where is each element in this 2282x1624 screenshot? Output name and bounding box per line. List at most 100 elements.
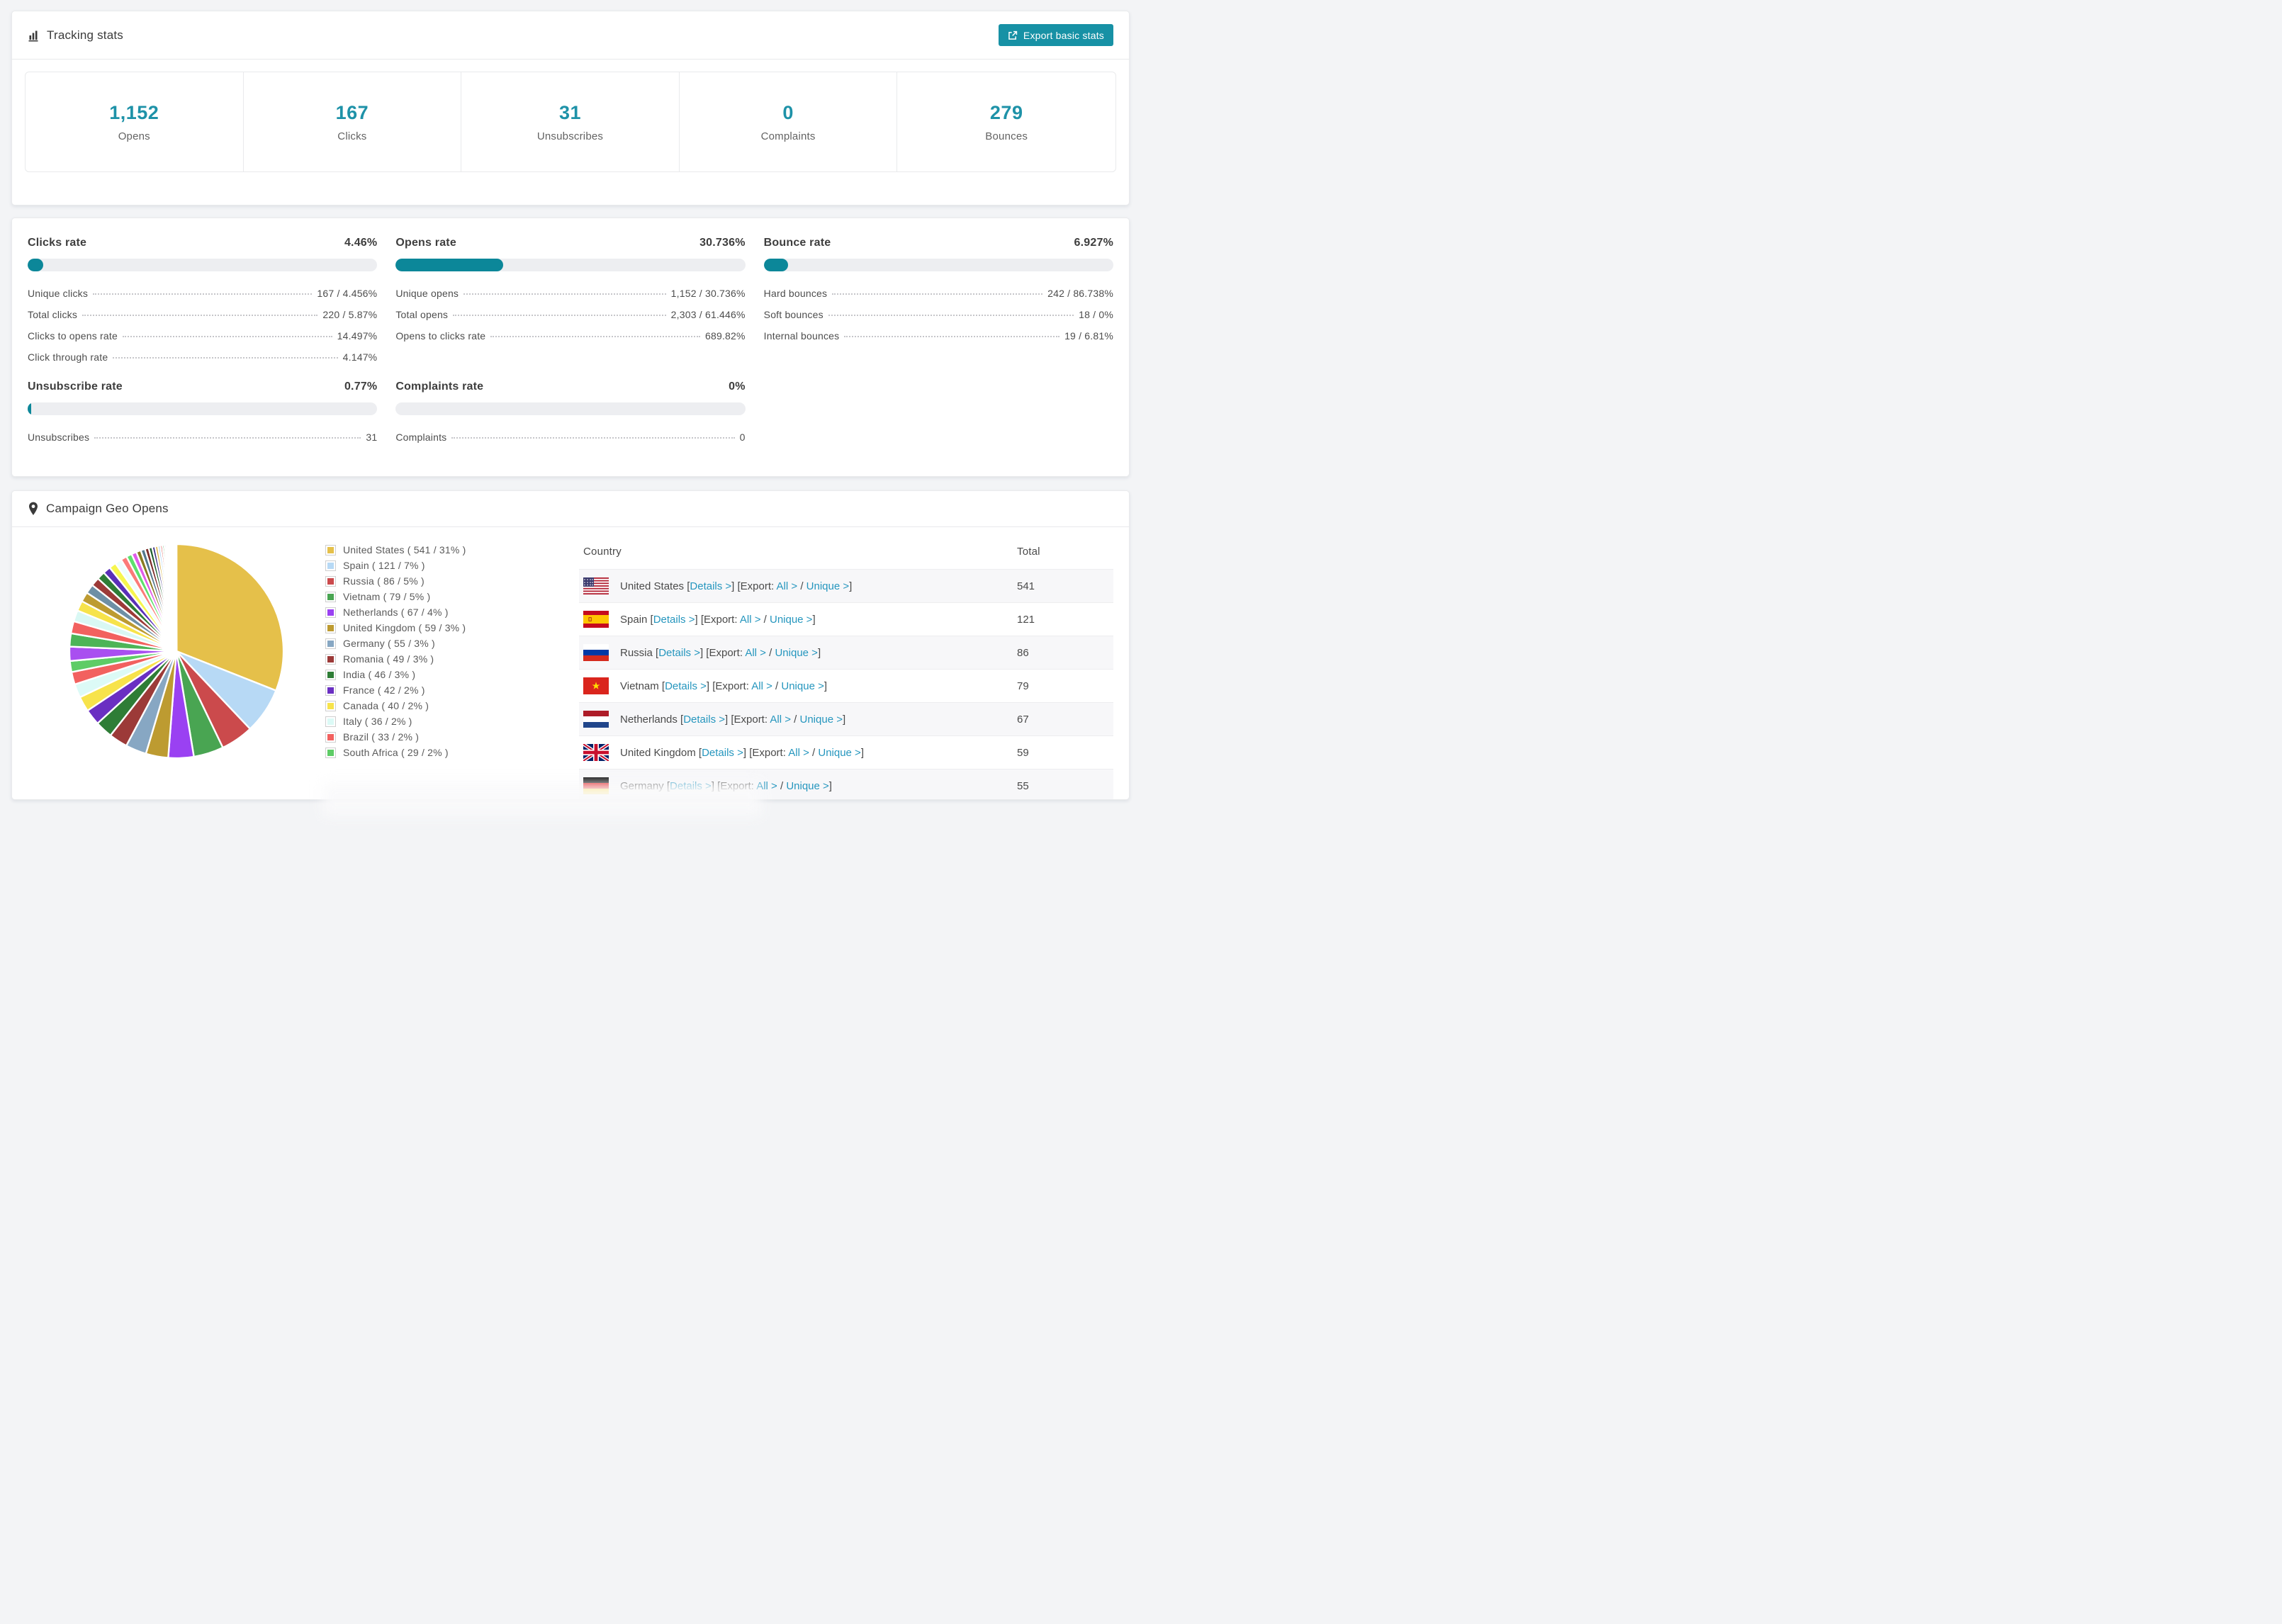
- rate-row-internal-bounces: Internal bounces 19 / 6.81%: [764, 325, 1113, 346]
- progress-bar: [28, 259, 378, 271]
- legend-swatch: [325, 747, 336, 758]
- rate-row-total-clicks: Total clicks 220 / 5.87%: [28, 304, 377, 325]
- rate-row-label: Total opens: [395, 309, 449, 320]
- export-unique-link-germany[interactable]: Unique >: [786, 780, 828, 792]
- details-link-russia[interactable]: Details >: [658, 647, 700, 659]
- export-unique-link-netherlands[interactable]: Unique >: [800, 714, 843, 726]
- dotted-leader: [82, 315, 318, 316]
- unsubscribe-rate: Unsubscribe rate 0.77% Unsubscribes 31: [28, 380, 378, 448]
- pie-legend: United States ( 541 / 31% ) Spain ( 121 /…: [325, 544, 551, 799]
- rate-percent: 30.736%: [699, 237, 746, 249]
- legend-label: Italy ( 36 / 2% ): [343, 716, 412, 727]
- legend-label: Netherlands ( 67 / 4% ): [343, 607, 449, 618]
- progress-fill: [28, 259, 43, 271]
- clicks-rate: Clicks rate 4.46% Unique clicks 167 / 4.456…: [28, 237, 378, 368]
- rate-row-value: 242 / 86.738%: [1047, 288, 1113, 299]
- legend-item-italy: Italy ( 36 / 2% ): [325, 716, 551, 727]
- legend-item-canada: Canada ( 40 / 2% ): [325, 700, 551, 711]
- export-unique-link-russia[interactable]: Unique >: [775, 647, 817, 659]
- total-cell: 79: [1013, 669, 1113, 703]
- geo-header: Campaign Geo Opens: [12, 491, 1129, 527]
- legend-item-germany: Germany ( 55 / 3% ): [325, 638, 551, 649]
- export-all-link-vietnam[interactable]: All >: [751, 680, 772, 692]
- rate-row-value: 689.82%: [704, 330, 746, 342]
- export-unique-link-united-states[interactable]: Unique >: [806, 580, 849, 592]
- summary-value: 279: [989, 101, 1023, 123]
- rate-row-value: 2,303 / 61.446%: [670, 309, 746, 320]
- united-states-flag-icon: [583, 577, 609, 594]
- export-all-link-spain[interactable]: All >: [740, 614, 761, 626]
- summary-label: Bounces: [985, 130, 1028, 142]
- summary-label: Clicks: [337, 130, 367, 142]
- rate-row-unique-opens: Unique opens 1,152 / 30.736%: [395, 283, 745, 304]
- dotted-leader: [93, 293, 313, 295]
- export-unique-link-spain[interactable]: Unique >: [770, 614, 812, 626]
- legend-item-spain: Spain ( 121 / 7% ): [325, 560, 551, 571]
- table-header-country: Country: [583, 546, 622, 558]
- rate-row-complaints: Complaints 0: [395, 427, 745, 448]
- export-all-link-united-states[interactable]: All >: [777, 580, 798, 592]
- legend-label: Canada ( 40 / 2% ): [343, 700, 429, 711]
- rate-row-label: Opens to clicks rate: [395, 330, 486, 342]
- rate-row-label: Unique opens: [395, 288, 459, 299]
- total-cell: 86: [1013, 636, 1113, 670]
- table-row-spain: Spain [Details >] [Export: All > / Uniqu…: [579, 602, 1113, 636]
- table-row-russia: Russia [Details >] [Export: All > / Uniq…: [579, 636, 1113, 670]
- export-all-link-netherlands[interactable]: All >: [770, 714, 791, 726]
- export-unique-link-united-kingdom[interactable]: Unique >: [818, 747, 860, 759]
- legend-swatch: [325, 638, 336, 649]
- legend-swatch: [325, 731, 336, 743]
- details-link-germany[interactable]: Details >: [670, 780, 712, 792]
- table-row-vietnam: Vietnam [Details >] [Export: All > / Uni…: [579, 669, 1113, 703]
- summary-label: Unsubscribes: [536, 130, 604, 142]
- progress-fill: [395, 259, 503, 271]
- table-header-total: Total: [1017, 546, 1040, 558]
- legend-swatch: [325, 607, 336, 618]
- rate-row-value: 18 / 0%: [1079, 309, 1113, 320]
- legend-swatch: [325, 700, 336, 711]
- dotted-leader: [832, 293, 1043, 295]
- table-row-netherlands: Netherlands [Details >] [Export: All > /…: [579, 702, 1113, 736]
- export-unique-link-vietnam[interactable]: Unique >: [781, 680, 824, 692]
- rate-row-label: Total clicks: [28, 309, 78, 320]
- details-link-vietnam[interactable]: Details >: [665, 680, 707, 692]
- summary-label: Opens: [118, 130, 150, 142]
- rate-title: Bounce rate: [763, 237, 831, 249]
- details-link-united-kingdom[interactable]: Details >: [702, 747, 743, 759]
- rate-row-label: Hard bounces: [763, 288, 828, 299]
- dotted-leader: [463, 293, 666, 295]
- geo-opens-card: Campaign Geo Opens United States ( 541 /…: [11, 490, 1130, 800]
- rate-percent: 4.46%: [344, 237, 378, 249]
- details-link-netherlands[interactable]: Details >: [683, 714, 725, 726]
- tracking-stats-title-text: Tracking stats: [47, 28, 123, 42]
- legend-label: France ( 42 / 2% ): [343, 684, 425, 696]
- total-cell: 59: [1013, 735, 1113, 769]
- legend-label: Brazil ( 33 / 2% ): [343, 731, 420, 743]
- rate-row-hard-bounces: Hard bounces 242 / 86.738%: [764, 283, 1113, 304]
- rate-percent: 0.77%: [344, 380, 378, 393]
- legend-swatch: [325, 669, 336, 680]
- export-all-link-russia[interactable]: All >: [745, 647, 766, 659]
- details-link-united-states[interactable]: Details >: [690, 580, 731, 592]
- legend-label: India ( 46 / 3% ): [343, 669, 416, 680]
- details-link-spain[interactable]: Details >: [653, 614, 695, 626]
- dotted-leader: [828, 315, 1074, 316]
- legend-label: Romania ( 49 / 3% ): [343, 653, 434, 665]
- united-kingdom-flag-icon: [582, 743, 610, 762]
- progress-fill: [28, 402, 31, 415]
- summary-stats: 1,152 Opens 167 Clicks 31 Unsubscribes 0 Compla…: [25, 72, 1116, 172]
- rate-percent: 0%: [729, 380, 746, 393]
- table-row-germany: Germany [Details >] [Export: All > / Uni…: [579, 769, 1113, 799]
- country-cell-text: United States [Details >] [Export: All >…: [620, 580, 853, 592]
- export-all-link-germany[interactable]: All >: [756, 780, 777, 792]
- legend-label: Germany ( 55 / 3% ): [343, 638, 435, 649]
- rate-row-label: Clicks to opens rate: [28, 330, 118, 342]
- export-all-link-united-kingdom[interactable]: All >: [788, 747, 809, 759]
- rate-title: Opens rate: [395, 237, 456, 249]
- legend-label: Russia ( 86 / 5% ): [343, 575, 425, 587]
- russia-flag-icon: [583, 644, 609, 661]
- legend-swatch: [325, 591, 336, 602]
- summary-value: 167: [335, 101, 369, 123]
- legend-swatch: [325, 653, 336, 665]
- export-basic-stats-button[interactable]: Export basic stats: [998, 24, 1113, 46]
